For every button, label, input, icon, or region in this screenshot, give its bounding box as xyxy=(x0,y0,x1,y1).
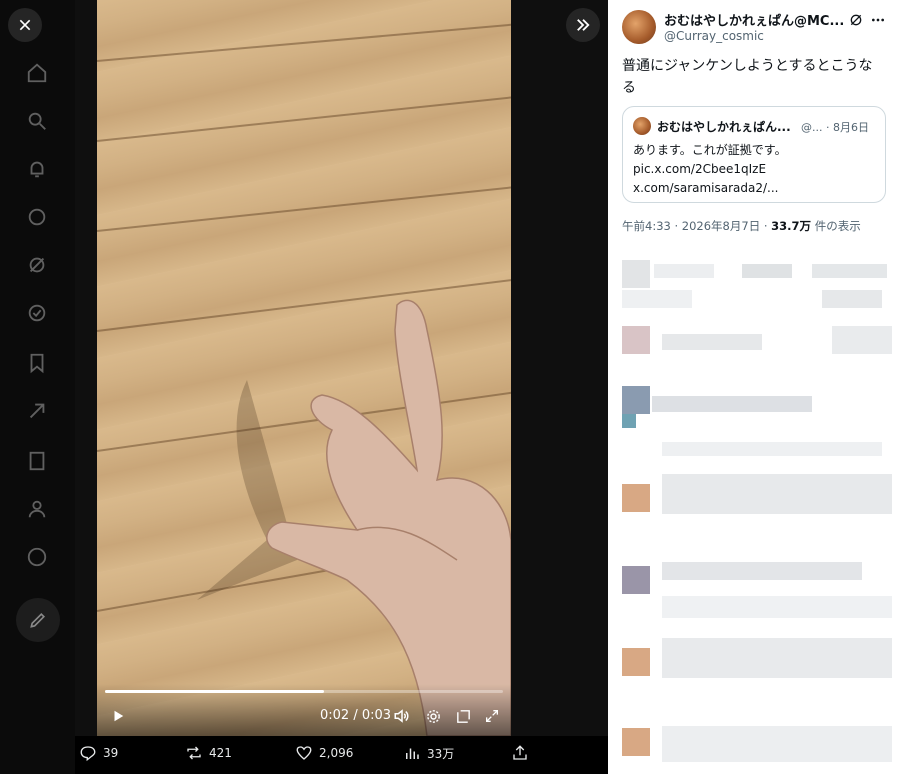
quote-link[interactable]: x.com/saramisarada2/... xyxy=(633,179,787,198)
repost-icon xyxy=(187,746,201,760)
author-name[interactable]: おむはやしかれぇぱん@MC... xyxy=(664,10,844,29)
quote-link[interactable]: pic.x.com/2Cbee1qIzE xyxy=(633,160,787,179)
fullscreen-button[interactable] xyxy=(481,705,503,727)
bell-icon xyxy=(30,161,44,178)
close-icon xyxy=(19,19,31,31)
progress-bar[interactable] xyxy=(105,690,503,693)
quote-text: あります。これが証拠です。 pic.x.com/2Cbee1qIzE x.com… xyxy=(633,141,787,198)
double-chevron-right-icon xyxy=(577,19,590,31)
video-time: 0:02 / 0:03 xyxy=(320,708,392,723)
play-button[interactable] xyxy=(107,705,129,727)
quote-line: あります。これが証拠です。 xyxy=(633,143,787,157)
post-meta: 午前4:33 · 2026年8月7日 · 33.7万 件の表示 xyxy=(622,218,861,234)
document-icon xyxy=(29,451,45,471)
views-count: 33.7万 xyxy=(771,219,812,233)
like-count: 2,096 xyxy=(319,746,354,760)
pip-button[interactable] xyxy=(452,705,474,727)
share-icon xyxy=(513,745,527,760)
gear-icon xyxy=(426,709,440,723)
bookmark-icon xyxy=(30,353,44,374)
hand-gesture-image xyxy=(197,299,511,736)
grok-icon xyxy=(850,14,862,26)
compose-button xyxy=(16,598,60,642)
background-nav xyxy=(0,0,75,774)
post-detail-panel: おむはやしかれぇぱん@MC... @Curray_cosmic 普通にジャンケン… xyxy=(608,0,900,774)
views-button[interactable]: 33万 xyxy=(403,744,454,762)
avatar[interactable] xyxy=(622,10,656,44)
repost-count: 421 xyxy=(209,746,232,760)
repost-button[interactable]: 421 xyxy=(185,744,232,762)
more-horizontal-icon xyxy=(872,18,884,22)
fullscreen-icon xyxy=(486,710,498,722)
post-timestamp[interactable]: 午前4:33 · 2026年8月7日 · xyxy=(622,219,771,233)
quote-handle-date: @... · 8月6日 xyxy=(801,121,869,134)
reply-count: 39 xyxy=(103,746,119,760)
quote-avatar xyxy=(633,117,651,135)
settings-button[interactable] xyxy=(422,705,444,727)
expand-panel-button[interactable] xyxy=(566,8,600,42)
reply-button[interactable]: 39 xyxy=(79,744,118,762)
progress-fill xyxy=(105,690,324,693)
grok-button[interactable] xyxy=(846,10,866,30)
video-player[interactable]: 0:02 / 0:03 xyxy=(97,0,511,736)
play-icon xyxy=(114,710,124,722)
blurred-replies xyxy=(622,246,894,774)
action-bar: 39 421 2,096 33万 xyxy=(75,736,608,774)
home-icon xyxy=(27,63,47,83)
search-icon xyxy=(28,112,46,130)
analytics-icon xyxy=(406,748,419,759)
post-text: 普通にジャンケンしようとするとこうなる xyxy=(622,58,873,96)
chat-icon xyxy=(28,208,46,226)
quote-author-name: おむはやしかれぇぱん... xyxy=(657,120,791,134)
close-button[interactable] xyxy=(8,8,42,42)
grok-icon xyxy=(29,257,45,273)
volume-button[interactable] xyxy=(391,705,413,727)
views-label: 件の表示 xyxy=(811,219,861,233)
volume-icon xyxy=(394,709,409,723)
author-handle[interactable]: @Curray_cosmic xyxy=(664,29,764,43)
more-options-button[interactable] xyxy=(868,10,888,30)
like-button[interactable]: 2,096 xyxy=(295,744,353,762)
quoted-post[interactable]: おむはやしかれぇぱん... @... · 8月6日 あります。これが証拠です。 … xyxy=(622,106,886,203)
heart-icon xyxy=(296,746,312,760)
reply-icon xyxy=(80,746,96,762)
view-count: 33万 xyxy=(427,746,455,761)
compose-icon xyxy=(30,612,46,628)
rocket-icon xyxy=(29,403,45,419)
share-button[interactable] xyxy=(511,744,529,762)
picture-in-picture-icon xyxy=(456,709,470,723)
verified-icon xyxy=(28,304,46,322)
profile-icon xyxy=(28,500,46,518)
more-icon xyxy=(27,547,47,567)
